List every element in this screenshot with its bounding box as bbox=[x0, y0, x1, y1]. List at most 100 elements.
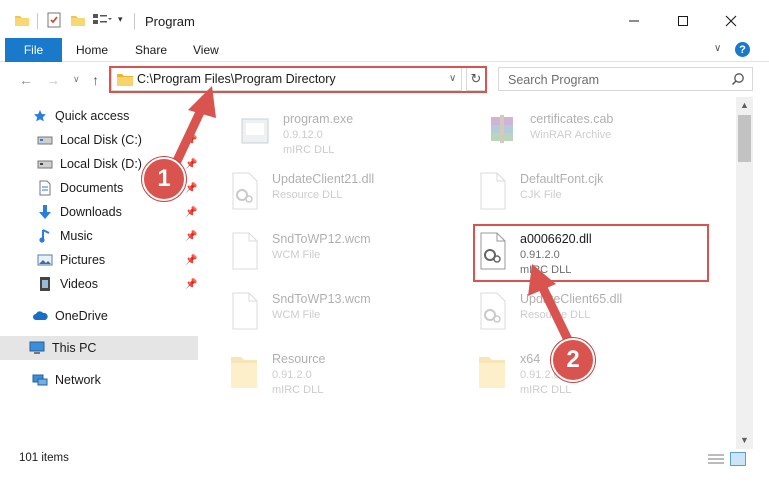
file-detail: 0.9.12.0 bbox=[283, 129, 323, 141]
folder-icon bbox=[475, 351, 509, 391]
file-icon bbox=[475, 171, 509, 211]
file-item-resource-folder[interactable]: Resource 0.91.2.0 mIRC DLL bbox=[213, 343, 453, 399]
file-item-sndtowp13-wcm[interactable]: SndToWP13.wcm WCM File bbox=[213, 283, 453, 339]
file-name: UpdateClient21.dll bbox=[272, 172, 375, 186]
file-item-updateclient21-dll[interactable]: UpdateClient21.dll Resource DLL bbox=[213, 163, 453, 219]
file-detail: 0.91.2.0 bbox=[520, 249, 560, 261]
status-bar: 101 items bbox=[0, 449, 769, 469]
file-detail: mIRC DLL bbox=[520, 384, 572, 396]
tab-share[interactable]: Share bbox=[135, 43, 167, 57]
pin-icon[interactable]: 📌 bbox=[185, 255, 197, 266]
ribbon-tabs: File Home Share View ∨ ? bbox=[0, 38, 769, 62]
sidebar-item-label: Pictures bbox=[60, 253, 106, 267]
new-folder-icon[interactable] bbox=[70, 12, 86, 28]
item-count: 101 items bbox=[19, 452, 69, 464]
file-item-updateclient65-dll[interactable]: UpdateClient65.dll Resource DLL bbox=[461, 283, 701, 339]
pin-icon[interactable]: 📌 bbox=[185, 279, 197, 290]
navigation-bar: ← → ∨ ↑ C:\Program Files\Program Directo… bbox=[0, 63, 769, 97]
customize-toolbar-caret-icon[interactable]: ▾ bbox=[118, 14, 134, 30]
file-item-program-exe[interactable]: program.exe 0.9.12.0 mIRC DLL bbox=[224, 103, 464, 159]
sidebar-item-documents[interactable]: Documents bbox=[37, 176, 123, 200]
view-options-icon[interactable] bbox=[92, 12, 112, 28]
music-icon bbox=[37, 228, 53, 244]
address-dropdown-chevron-icon[interactable]: ∨ bbox=[449, 73, 456, 84]
download-icon bbox=[37, 204, 53, 220]
drive-icon bbox=[37, 132, 53, 148]
sidebar-item-label: Documents bbox=[60, 181, 124, 195]
expand-ribbon-chevron-icon[interactable]: ∨ bbox=[714, 43, 721, 54]
address-path[interactable]: C:\Program Files\Program Directory bbox=[137, 72, 336, 86]
file-detail: WinRAR Archive bbox=[530, 129, 612, 141]
pin-icon[interactable]: 📌 bbox=[185, 135, 197, 146]
search-icon[interactable] bbox=[731, 72, 745, 89]
navigation-pane: Quick access Local Disk (C:) 📌 Local Dis… bbox=[0, 97, 205, 440]
address-bar[interactable]: C:\Program Files\Program Directory ∨ bbox=[111, 67, 462, 91]
file-item-a0006620-dll[interactable]: a0006620.dll 0.91.2.0 mIRC DLL bbox=[461, 223, 701, 279]
star-icon bbox=[32, 108, 48, 124]
file-detail: Resource DLL bbox=[272, 189, 343, 201]
pin-icon[interactable]: 📌 bbox=[185, 183, 197, 194]
dll-icon bbox=[475, 291, 509, 331]
toolbar-divider bbox=[37, 13, 38, 29]
pin-icon[interactable]: 📌 bbox=[185, 159, 197, 170]
tab-view[interactable]: View bbox=[193, 43, 219, 57]
sidebar-item-videos[interactable]: Videos bbox=[37, 272, 98, 296]
file-detail: 0.91.2.0 bbox=[272, 369, 312, 381]
archive-icon bbox=[485, 111, 519, 151]
back-arrow-icon[interactable]: ← bbox=[19, 72, 33, 88]
title-bar: ▾ Program bbox=[0, 0, 769, 38]
sidebar-item-quick-access[interactable]: Quick access bbox=[32, 104, 129, 128]
tab-file[interactable]: File bbox=[5, 38, 62, 62]
pin-icon[interactable]: 📌 bbox=[185, 207, 197, 218]
file-name: certificates.cab bbox=[530, 112, 614, 126]
file-item-certificates-cab[interactable]: certificates.cab WinRAR Archive bbox=[471, 103, 711, 159]
file-name: DefaultFont.cjk bbox=[520, 172, 604, 186]
help-icon[interactable]: ? bbox=[735, 42, 750, 57]
sidebar-item-music[interactable]: Music bbox=[37, 224, 93, 248]
exe-icon bbox=[238, 111, 272, 151]
folder-icon bbox=[117, 72, 133, 86]
file-name: x64 bbox=[520, 352, 541, 366]
videos-icon bbox=[37, 276, 53, 292]
sidebar-item-onedrive[interactable]: OneDrive bbox=[32, 304, 108, 328]
scrollbar-thumb[interactable] bbox=[738, 115, 751, 162]
sidebar-item-downloads[interactable]: Downloads bbox=[37, 200, 122, 224]
minimize-icon bbox=[629, 20, 639, 22]
maximize-button[interactable] bbox=[660, 5, 706, 37]
refresh-button[interactable]: ↻ bbox=[466, 67, 486, 91]
tiles-view-icon[interactable] bbox=[730, 452, 746, 466]
file-name: Resource bbox=[272, 352, 326, 366]
sidebar-item-pictures[interactable]: Pictures bbox=[37, 248, 105, 272]
file-item-defaultfont-cjk[interactable]: DefaultFont.cjk CJK File bbox=[461, 163, 701, 219]
computer-icon bbox=[29, 340, 45, 356]
scroll-down-icon[interactable]: ▼ bbox=[740, 435, 749, 445]
folder-icon bbox=[227, 351, 261, 391]
file-name: SndToWP12.wcm bbox=[272, 232, 371, 246]
file-detail: Resource DLL bbox=[520, 309, 591, 321]
folder-icon[interactable] bbox=[14, 12, 30, 28]
sidebar-item-this-pc[interactable]: This PC bbox=[0, 336, 198, 360]
up-arrow-icon[interactable]: ↑ bbox=[92, 72, 99, 88]
minimize-button[interactable] bbox=[611, 5, 657, 37]
tab-home[interactable]: Home bbox=[76, 43, 108, 57]
sidebar-item-local-disk-d[interactable]: Local Disk (D:) bbox=[37, 152, 142, 176]
documents-icon bbox=[37, 180, 53, 196]
scroll-up-icon[interactable]: ▲ bbox=[740, 100, 749, 110]
vertical-scrollbar[interactable]: ▲ ▼ bbox=[736, 97, 753, 449]
file-icon bbox=[227, 231, 261, 271]
sidebar-item-network[interactable]: Network bbox=[32, 368, 101, 392]
sidebar-item-local-disk-c[interactable]: Local Disk (C:) bbox=[37, 128, 142, 152]
forward-arrow-icon[interactable]: → bbox=[46, 72, 60, 88]
pin-icon[interactable]: 📌 bbox=[185, 231, 197, 242]
file-item-sndtowp12-wcm[interactable]: SndToWP12.wcm WCM File bbox=[213, 223, 453, 279]
file-icon bbox=[227, 291, 261, 331]
step-2-badge: 2 bbox=[551, 338, 595, 382]
recent-locations-chevron-icon[interactable]: ∨ bbox=[73, 74, 80, 85]
details-view-icon[interactable] bbox=[708, 453, 724, 468]
file-name: SndToWP13.wcm bbox=[272, 292, 371, 306]
search-input[interactable]: Search Program bbox=[498, 67, 753, 91]
sidebar-item-label: Local Disk (D:) bbox=[60, 157, 142, 171]
window-title: Program bbox=[145, 14, 195, 29]
properties-check-icon[interactable] bbox=[46, 12, 62, 28]
close-button[interactable] bbox=[708, 5, 754, 37]
